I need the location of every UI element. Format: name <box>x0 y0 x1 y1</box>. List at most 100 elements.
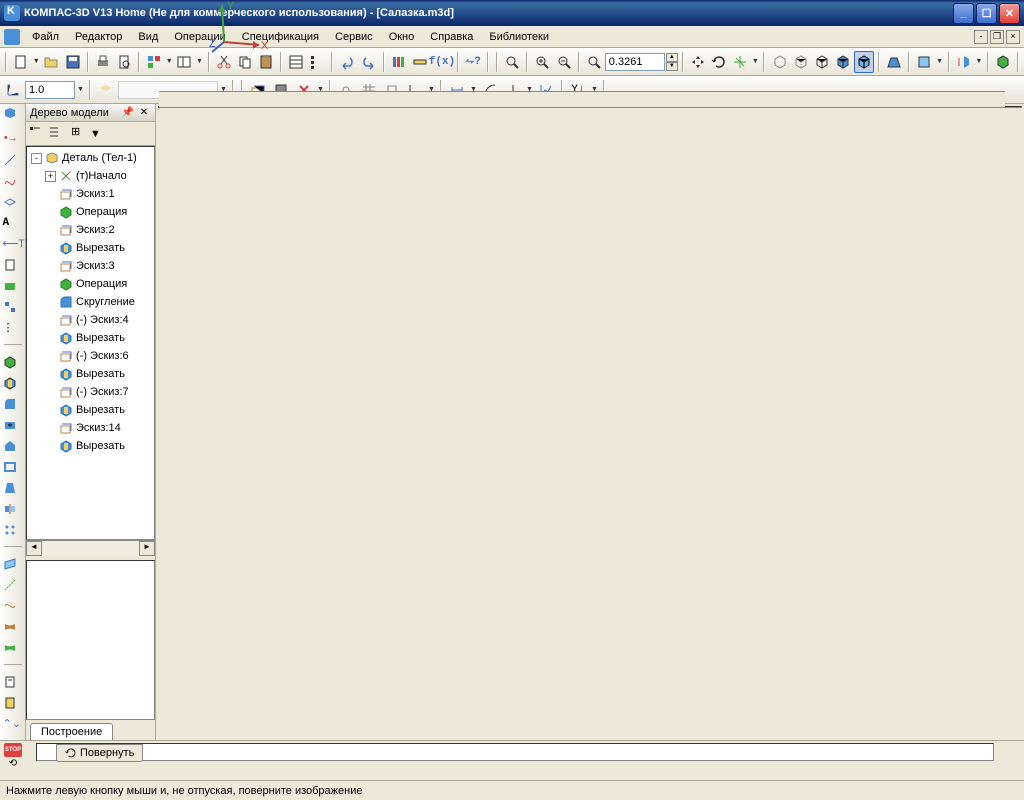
close-button[interactable]: ✕ <box>999 3 1020 24</box>
panel-close-icon[interactable]: ✕ <box>137 106 151 120</box>
wireframe-button[interactable] <box>769 51 789 73</box>
fx-button[interactable]: f(x) <box>431 51 453 73</box>
orient-dropdown[interactable]: ▼ <box>751 58 759 65</box>
tree-mode1-icon[interactable] <box>28 125 46 143</box>
vt-surf-icon[interactable] <box>3 620 23 640</box>
manager-dropdown[interactable]: ▼ <box>195 58 203 65</box>
maximize-button[interactable]: ☐ <box>976 3 997 24</box>
tree-item[interactable]: Эскиз:14 <box>29 419 152 437</box>
mdi-close[interactable]: × <box>1006 30 1020 44</box>
properties-button[interactable] <box>286 51 306 73</box>
scroll-right-icon[interactable]: ► <box>139 541 155 556</box>
open-button[interactable] <box>41 51 61 73</box>
save-button[interactable] <box>62 51 82 73</box>
lineweight-input[interactable] <box>25 81 75 99</box>
menu-file[interactable]: Файл <box>24 29 67 45</box>
hidden-button[interactable] <box>791 51 811 73</box>
menu-view[interactable]: Вид <box>130 29 166 45</box>
tree-item[interactable]: (-) Эскиз:7 <box>29 383 152 401</box>
tree-item[interactable]: Эскиз:3 <box>29 257 152 275</box>
tree-mode-dropdown[interactable]: ▼ <box>90 128 101 140</box>
print-preview-button[interactable] <box>114 51 134 73</box>
expand-icon[interactable]: + <box>45 171 56 182</box>
tree-mode2-icon[interactable] <box>47 125 65 143</box>
tree-item[interactable]: (-) Эскиз:4 <box>29 311 152 329</box>
tab-build[interactable]: Построение <box>30 723 113 740</box>
menu-help[interactable]: Справка <box>422 29 481 45</box>
nohidden-button[interactable] <box>812 51 832 73</box>
help-context-button[interactable]: ⥊? <box>463 51 483 73</box>
menu-libs[interactable]: Библиотеки <box>481 29 557 45</box>
vt-surf2-icon[interactable] <box>3 641 23 661</box>
vt-rib-icon[interactable] <box>3 439 23 459</box>
new-button[interactable] <box>11 51 31 73</box>
vt-point-icon[interactable]: •→ <box>3 132 23 152</box>
tree-item[interactable]: Скругление <box>29 293 152 311</box>
vt-draft-icon[interactable] <box>3 481 23 501</box>
shaded-button[interactable] <box>833 51 853 73</box>
vt-sheet-icon[interactable] <box>3 258 23 278</box>
layer-button[interactable] <box>95 79 117 101</box>
command-tab[interactable]: Повернуть <box>56 744 143 762</box>
zoom-up[interactable]: ▲ <box>666 53 678 62</box>
zoom-input[interactable] <box>605 53 665 71</box>
scroll-left-icon[interactable]: ◄ <box>26 541 42 556</box>
vt-block-icon[interactable] <box>3 279 23 299</box>
vt-extrude-icon[interactable] <box>3 355 23 375</box>
zoom-out-button[interactable] <box>553 51 573 73</box>
vt-cut-icon[interactable] <box>3 376 23 396</box>
zoom-fit-button[interactable] <box>502 51 522 73</box>
vt-spec-icon[interactable] <box>3 675 23 695</box>
lineweight-dropdown[interactable]: ▼ <box>76 86 85 93</box>
vt-report-icon[interactable] <box>3 696 23 716</box>
viewport-hscroll[interactable] <box>159 91 1005 107</box>
pan-button[interactable] <box>688 51 708 73</box>
rebuild-button[interactable] <box>993 51 1013 73</box>
tree-root[interactable]: - Деталь (Тел-1) <box>29 149 152 167</box>
viewport-3d[interactable]: X Y Z <box>158 106 1022 108</box>
vt-axis-icon[interactable] <box>3 578 23 598</box>
vt-curve-icon[interactable] <box>3 599 23 619</box>
measure-button[interactable] <box>410 51 430 73</box>
lcs-button[interactable] <box>2 79 24 101</box>
simplify-button[interactable] <box>914 51 934 73</box>
vt-spline-icon[interactable] <box>3 174 23 194</box>
vt-fillet-icon[interactable] <box>3 397 23 417</box>
tree-item[interactable]: Операция <box>29 275 152 293</box>
new-dropdown[interactable]: ▼ <box>32 58 40 65</box>
vt-mirror-icon[interactable] <box>3 502 23 522</box>
vt-rect-icon[interactable] <box>3 195 23 215</box>
undo-button[interactable] <box>337 51 357 73</box>
property-input[interactable] <box>36 743 994 761</box>
minimize-button[interactable]: _ <box>953 3 974 24</box>
interrupt-icon[interactable]: ⟲ <box>4 758 22 772</box>
tree-hscroll[interactable]: ◄ ► <box>26 540 155 556</box>
objects-button[interactable] <box>144 51 164 73</box>
vt-mcad-icon[interactable]: ⌃⌄ <box>3 717 23 737</box>
model-tree[interactable]: - Деталь (Тел-1) +(т)НачалоЭскиз:1Операц… <box>26 146 155 540</box>
zoom-in-button[interactable] <box>532 51 552 73</box>
rotate-button[interactable] <box>709 51 729 73</box>
vt-line-icon[interactable] <box>3 153 23 173</box>
shaded-edges-button[interactable] <box>854 51 874 73</box>
panel-pin-icon[interactable]: 📌 <box>121 106 135 120</box>
tree-item[interactable]: Операция <box>29 203 152 221</box>
vt-dim-icon[interactable]: ⟵T <box>3 237 23 257</box>
menu-service[interactable]: Сервис <box>327 29 381 45</box>
vt-sep1-icon[interactable]: ⋮ <box>3 321 23 341</box>
expand-icon[interactable]: - <box>31 153 42 164</box>
tree-item[interactable]: Вырезать <box>29 365 152 383</box>
simplify-dropdown[interactable]: ▼ <box>936 58 944 65</box>
zoom-scale-button[interactable] <box>584 51 604 73</box>
tree-item[interactable]: (-) Эскиз:6 <box>29 347 152 365</box>
lib-button[interactable] <box>389 51 409 73</box>
vt-hole-icon[interactable] <box>3 418 23 438</box>
mdi-restore[interactable]: ❐ <box>990 30 1004 44</box>
tree-item[interactable]: Эскиз:1 <box>29 185 152 203</box>
zoom-down[interactable]: ▼ <box>666 62 678 71</box>
tree-button[interactable] <box>307 51 327 73</box>
objects-dropdown[interactable]: ▼ <box>165 58 173 65</box>
manager-button[interactable] <box>174 51 194 73</box>
tree-item[interactable]: Вырезать <box>29 329 152 347</box>
print-button[interactable] <box>93 51 113 73</box>
